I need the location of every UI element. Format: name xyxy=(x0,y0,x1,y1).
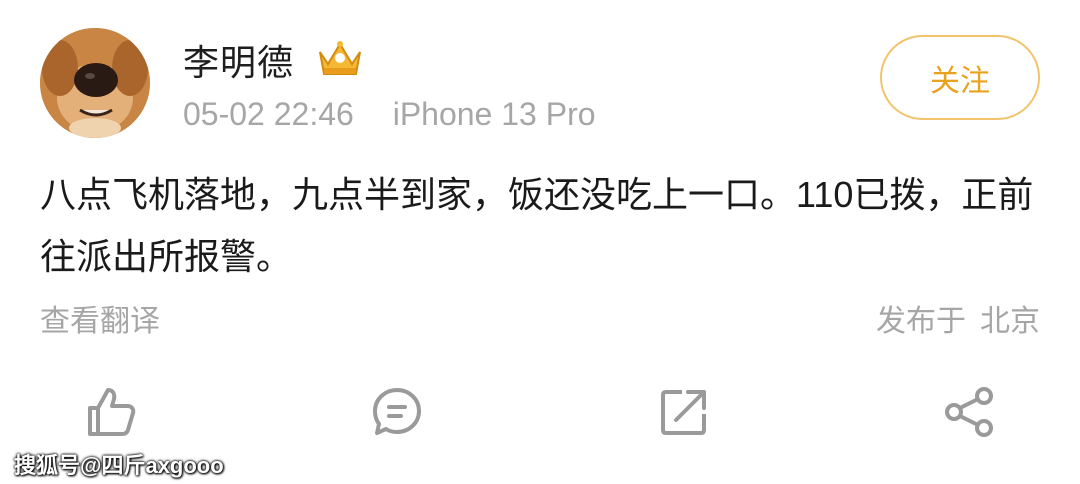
author-name[interactable]: 李明德 xyxy=(183,34,294,86)
repost-icon xyxy=(661,390,706,435)
location-prefix: 发布于 xyxy=(876,305,966,338)
post-meta: 05-02 22:46 iPhone 13 Pro xyxy=(183,96,596,133)
watermark: 搜狐号@四斤axgooo xyxy=(14,453,224,478)
share-button[interactable] xyxy=(942,384,998,440)
post-location: 发布于 北京 xyxy=(876,296,1040,340)
follow-button[interactable]: 关注 xyxy=(880,35,1040,120)
like-icon xyxy=(88,388,136,436)
like-button[interactable] xyxy=(82,384,138,440)
avatar[interactable] xyxy=(40,28,150,138)
post-timestamp: 05-02 22:46 xyxy=(183,96,354,132)
comment-button[interactable] xyxy=(369,384,425,440)
post-device: iPhone 13 Pro xyxy=(392,96,596,132)
dog-avatar-image xyxy=(40,28,150,138)
translate-link[interactable]: 查看翻译 xyxy=(40,296,160,340)
comment-icon xyxy=(373,388,421,435)
repost-button[interactable] xyxy=(656,384,712,440)
vip-crown-icon xyxy=(316,38,364,78)
post-text: 八点飞机落地，九点半到家，饭还没吃上一口。110已拨，正前往派出所报警。 xyxy=(40,174,1034,277)
location-name: 北京 xyxy=(980,305,1040,338)
share-icon xyxy=(945,387,993,437)
